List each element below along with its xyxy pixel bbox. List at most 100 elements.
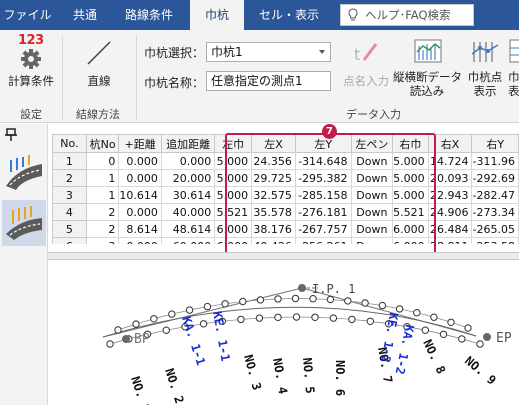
column-header[interactable]: 右X bbox=[427, 134, 473, 153]
stake-select-dropdown[interactable]: 巾杭1 bbox=[206, 42, 331, 62]
table-cell[interactable]: -265.05 bbox=[471, 220, 519, 238]
table-cell[interactable]: -285.158 bbox=[294, 186, 352, 204]
column-header[interactable]: 右Y bbox=[471, 134, 519, 153]
profile-data-read-button[interactable]: 縦横断データ 読込み bbox=[393, 34, 462, 100]
partial-ribbon-button[interactable]: 巾 表 bbox=[506, 34, 519, 100]
pin-icon[interactable] bbox=[4, 128, 18, 142]
table-cell[interactable]: -295.382 bbox=[294, 169, 352, 187]
table-cell[interactable]: -292.69 bbox=[471, 169, 519, 187]
table-cell[interactable]: Down bbox=[350, 237, 394, 244]
point-name-input-button[interactable]: t 点名入力 bbox=[338, 34, 394, 88]
table-cell[interactable]: Down bbox=[350, 186, 394, 204]
table-cell[interactable]: 0.000 bbox=[160, 152, 216, 170]
table-row[interactable]: 1 0 0.000 0.000 5.000 24.356 -314.648 Down 5.000… bbox=[52, 152, 519, 170]
column-header[interactable]: No. bbox=[52, 134, 87, 153]
help-search-input[interactable]: ヘルプ･FAQ検索 bbox=[340, 4, 474, 26]
table-cell[interactable]: 60.000 bbox=[160, 237, 216, 244]
column-header[interactable]: 左X bbox=[251, 134, 296, 153]
table-cell[interactable]: 2 bbox=[85, 220, 120, 238]
column-header[interactable]: 左巾 bbox=[214, 134, 253, 153]
tab-cell-display[interactable]: セル・表示 bbox=[248, 0, 330, 30]
table-cell[interactable]: Down bbox=[350, 220, 394, 238]
table-cell[interactable]: 4 bbox=[52, 203, 87, 221]
table-cell[interactable]: 6.000 bbox=[392, 220, 429, 238]
table-cell[interactable]: 38.176 bbox=[251, 220, 296, 238]
table-cell[interactable]: 2 bbox=[85, 203, 120, 221]
tab-width-stake[interactable]: 巾杭 bbox=[190, 0, 244, 30]
table-cell[interactable]: -282.47 bbox=[471, 186, 519, 204]
table-cell[interactable]: 0.000 bbox=[118, 169, 162, 187]
table-cell[interactable]: 5.000 bbox=[392, 152, 429, 170]
table-cell[interactable]: 6.000 bbox=[214, 220, 253, 238]
table-cell[interactable]: 24.906 bbox=[427, 203, 473, 221]
table-cell[interactable]: 5.000 bbox=[214, 186, 253, 204]
column-header[interactable]: +距離 bbox=[118, 134, 162, 153]
table-cell[interactable]: 5.521 bbox=[392, 203, 429, 221]
table-cell[interactable]: 5.000 bbox=[214, 152, 253, 170]
table-cell[interactable]: -311.96 bbox=[471, 152, 519, 170]
table-cell[interactable]: Down bbox=[350, 169, 394, 187]
tab-common[interactable]: 共通 bbox=[60, 0, 110, 30]
calc-conditions-button[interactable]: 123 計算条件 bbox=[4, 34, 58, 89]
table-cell[interactable]: 32.575 bbox=[251, 186, 296, 204]
table-cell[interactable]: 0.000 bbox=[118, 203, 162, 221]
table-cell[interactable]: -314.648 bbox=[294, 152, 352, 170]
pane-splitter[interactable] bbox=[48, 252, 519, 260]
table-cell[interactable]: 10.614 bbox=[118, 186, 162, 204]
column-header[interactable]: 左Y bbox=[294, 134, 352, 153]
table-cell[interactable]: 5.000 bbox=[392, 169, 429, 187]
table-cell[interactable]: 14.724 bbox=[427, 152, 473, 170]
column-header[interactable]: 左ペン bbox=[350, 134, 394, 153]
table-cell[interactable]: 26.484 bbox=[427, 220, 473, 238]
straight-line-button[interactable]: 直線 bbox=[72, 34, 126, 88]
table-cell[interactable]: 48.614 bbox=[160, 220, 216, 238]
table-cell[interactable]: -276.181 bbox=[294, 203, 352, 221]
width-stake-table[interactable]: No. 杭No +距離 追加距離 左巾 左X 左Y 左ペン 右巾 右X 右Y 1… bbox=[52, 134, 519, 244]
table-cell[interactable]: 5 bbox=[52, 220, 87, 238]
table-cell[interactable]: 28.811 bbox=[427, 237, 473, 244]
table-cell[interactable]: -267.757 bbox=[294, 220, 352, 238]
table-cell[interactable]: 1 bbox=[52, 152, 87, 170]
tab-file[interactable]: ファイル bbox=[0, 0, 55, 30]
table-row[interactable]: 4 2 0.000 40.000 5.521 35.578 -276.181 Down 5.52… bbox=[52, 203, 519, 221]
table-cell[interactable]: 20.093 bbox=[427, 169, 473, 187]
table-cell[interactable]: -273.34 bbox=[471, 203, 519, 221]
table-cell[interactable]: 40.000 bbox=[160, 203, 216, 221]
table-cell[interactable]: 2 bbox=[52, 169, 87, 187]
table-row[interactable]: 3 1 10.614 30.614 5.000 32.575 -285.158 Down 5.0… bbox=[52, 186, 519, 204]
road-cross-view-button[interactable] bbox=[2, 200, 46, 246]
table-cell[interactable]: 6.000 bbox=[214, 237, 253, 244]
table-cell[interactable]: 6 bbox=[52, 237, 87, 244]
table-cell[interactable]: 24.356 bbox=[251, 152, 296, 170]
table-cell[interactable]: 5.000 bbox=[214, 169, 253, 187]
table-cell[interactable]: 35.578 bbox=[251, 203, 296, 221]
table-cell[interactable]: 29.725 bbox=[251, 169, 296, 187]
road-plan-view-button[interactable] bbox=[2, 150, 46, 196]
table-cell[interactable]: 0 bbox=[85, 152, 120, 170]
table-cell[interactable]: 5.521 bbox=[214, 203, 253, 221]
table-cell[interactable]: 0.000 bbox=[118, 152, 162, 170]
table-cell[interactable]: 1 bbox=[85, 169, 120, 187]
table-cell[interactable]: -256.261 bbox=[294, 237, 352, 244]
table-cell[interactable]: 6.000 bbox=[392, 237, 429, 244]
table-cell[interactable]: Down bbox=[350, 152, 394, 170]
table-cell[interactable]: 1 bbox=[85, 186, 120, 204]
route-drawing-canvas[interactable]: I.P. 1 BP EP NO. 1 NO. 2 NO. 3 NO. 4 NO. 5 NO… bbox=[48, 260, 519, 405]
table-cell[interactable]: 40.426 bbox=[251, 237, 296, 244]
column-header[interactable]: 杭No bbox=[85, 134, 120, 153]
table-cell[interactable]: 5.000 bbox=[392, 186, 429, 204]
stake-name-input[interactable]: 任意指定の測点1 bbox=[206, 71, 331, 91]
table-row[interactable]: 630.00060.0006.00040.426-256.261Down6.00… bbox=[52, 237, 519, 244]
table-cell[interactable]: 8.614 bbox=[118, 220, 162, 238]
table-cell[interactable]: 20.000 bbox=[160, 169, 216, 187]
table-row[interactable]: 2 1 0.000 20.000 5.000 29.725 -295.382 Down 5.00… bbox=[52, 169, 519, 187]
column-header[interactable]: 右巾 bbox=[392, 134, 429, 153]
table-cell[interactable]: 22.943 bbox=[427, 186, 473, 204]
table-cell[interactable]: 3 bbox=[52, 186, 87, 204]
table-row[interactable]: 5 2 8.614 48.614 6.000 38.176 -267.757 Down 6.00… bbox=[52, 220, 519, 238]
table-cell[interactable]: 30.614 bbox=[160, 186, 216, 204]
column-header[interactable]: 追加距離 bbox=[160, 134, 216, 153]
tab-route-conditions[interactable]: 路線条件 bbox=[114, 0, 184, 30]
table-cell[interactable]: 3 bbox=[85, 237, 120, 244]
table-cell[interactable]: 0.000 bbox=[118, 237, 162, 244]
